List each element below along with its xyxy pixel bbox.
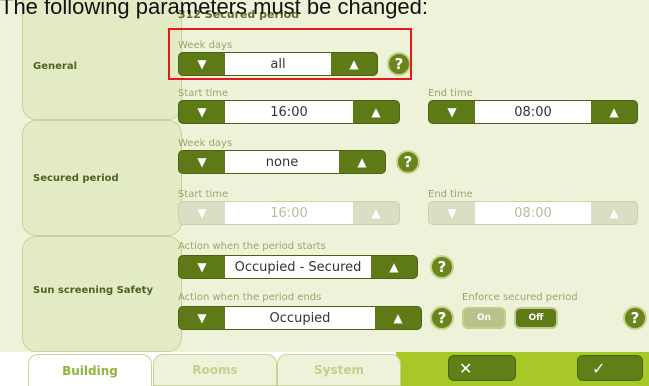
tab-system[interactable]: System [277, 354, 401, 386]
highlight-box [168, 28, 412, 80]
general-end-spinner: ▼ 08:00 ▲ [428, 100, 638, 124]
section-general-label: General [33, 61, 77, 72]
bottom-tab-bar: Building Rooms System ✕ ✓ [0, 352, 649, 386]
sun-ends-value: Occupied [225, 307, 375, 329]
enforce-off-button[interactable]: Off [514, 307, 558, 329]
sun-starts-label: Action when the period starts [178, 241, 326, 252]
chevron-down-icon[interactable]: ▼ [179, 101, 225, 123]
general-end-value: 08:00 [475, 101, 591, 123]
confirm-button[interactable]: ✓ [577, 355, 643, 381]
chevron-up-icon[interactable]: ▲ [353, 101, 399, 123]
general-start-label: Start time [178, 88, 229, 99]
chevron-up-icon[interactable]: ▲ [591, 202, 637, 224]
chevron-up-icon[interactable]: ▲ [375, 307, 421, 329]
help-icon[interactable]: ? [430, 255, 454, 279]
check-icon: ✓ [592, 358, 606, 378]
chevron-up-icon[interactable]: ▲ [591, 101, 637, 123]
chevron-down-icon[interactable]: ▼ [429, 101, 475, 123]
tab-building[interactable]: Building [28, 354, 152, 386]
section-secured: Secured period [22, 120, 182, 236]
chevron-down-icon[interactable]: ▼ [179, 256, 225, 278]
sun-starts-spinner: ▼ Occupied - Secured ▲ [178, 255, 418, 279]
chevron-down-icon[interactable]: ▼ [429, 202, 475, 224]
chevron-down-icon[interactable]: ▼ [179, 202, 225, 224]
settings-panel: General Secured period Sun screening Saf… [0, 0, 649, 352]
section-sun: Sun screening Safety [22, 236, 182, 352]
secured-end-spinner: ▼ 08:00 ▲ [428, 201, 638, 225]
chevron-up-icon[interactable]: ▲ [371, 256, 417, 278]
enforce-label: Enforce secured period [462, 292, 578, 303]
chevron-up-icon[interactable]: ▲ [339, 151, 385, 173]
secured-start-spinner: ▼ 16:00 ▲ [178, 201, 400, 225]
secured-start-value: 16:00 [225, 202, 353, 224]
help-icon[interactable]: ? [396, 150, 420, 174]
secured-end-label: End time [428, 189, 473, 200]
general-start-spinner: ▼ 16:00 ▲ [178, 100, 400, 124]
enforce-on-button[interactable]: On [462, 307, 506, 329]
screen: General Secured period Sun screening Saf… [0, 0, 649, 386]
sun-ends-spinner: ▼ Occupied ▲ [178, 306, 422, 330]
caption-text: The following parameters must be changed… [0, 0, 429, 19]
sun-starts-value: Occupied - Secured [225, 256, 371, 278]
chevron-up-icon[interactable]: ▲ [353, 202, 399, 224]
chevron-down-icon[interactable]: ▼ [179, 307, 225, 329]
general-end-label: End time [428, 88, 473, 99]
help-icon[interactable]: ? [623, 306, 647, 330]
secured-start-label: Start time [178, 189, 229, 200]
secured-week-days-value: none [225, 151, 339, 173]
cancel-button[interactable]: ✕ [448, 355, 516, 381]
secured-week-days-label: Week days [178, 138, 233, 149]
close-icon: ✕ [459, 358, 473, 378]
section-secured-label: Secured period [33, 173, 119, 184]
help-icon[interactable]: ? [430, 306, 454, 330]
secured-week-days-spinner: ▼ none ▲ [178, 150, 386, 174]
sun-ends-label: Action when the period ends [178, 292, 322, 303]
secured-end-value: 08:00 [475, 202, 591, 224]
section-sun-label: Sun screening Safety [33, 285, 153, 296]
tab-rooms[interactable]: Rooms [153, 354, 277, 386]
general-start-value: 16:00 [225, 101, 353, 123]
chevron-down-icon[interactable]: ▼ [179, 151, 225, 173]
